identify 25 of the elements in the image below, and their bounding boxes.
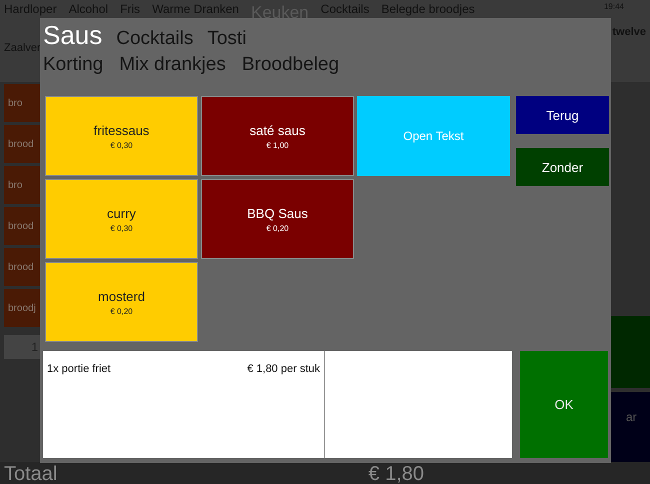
product-button[interactable]: fritessaus € 0,30: [45, 96, 198, 176]
line-description: 1x portie friet: [47, 363, 111, 375]
category-tab[interactable]: Cocktails: [116, 28, 194, 50]
category-tab[interactable]: Korting: [43, 54, 104, 76]
product-button[interactable]: brood: [4, 248, 40, 286]
product-button[interactable]: saté saus € 1,00: [201, 96, 354, 176]
action-button[interactable]: Zonder: [516, 148, 609, 186]
category-tab[interactable]: Broodbeleg: [242, 54, 340, 76]
open-text-button[interactable]: Open Tekst: [357, 96, 510, 176]
product-button[interactable]: bro: [4, 84, 40, 122]
category-tab[interactable]: Mix drankjes: [119, 54, 226, 76]
category-tab[interactable]: Saus: [43, 20, 102, 51]
total-amount: € 1,80: [368, 462, 424, 484]
total-label: Totaal: [4, 462, 58, 484]
product-button[interactable]: brood: [4, 207, 40, 245]
action-button[interactable]: Terug: [516, 96, 609, 134]
product-button[interactable]: mosterd € 0,20: [45, 262, 198, 342]
product-button[interactable]: bro: [4, 166, 40, 204]
product-button[interactable]: curry € 0,30: [45, 179, 198, 259]
ok-button[interactable]: OK: [520, 351, 608, 458]
product-button[interactable]: brood: [4, 125, 40, 163]
product-button[interactable]: broodj: [4, 289, 40, 327]
line-price: € 1,80 per stuk: [247, 363, 320, 375]
product-button[interactable]: BBQ Saus € 0,20: [201, 179, 354, 259]
category-tab[interactable]: Tosti: [207, 28, 246, 50]
